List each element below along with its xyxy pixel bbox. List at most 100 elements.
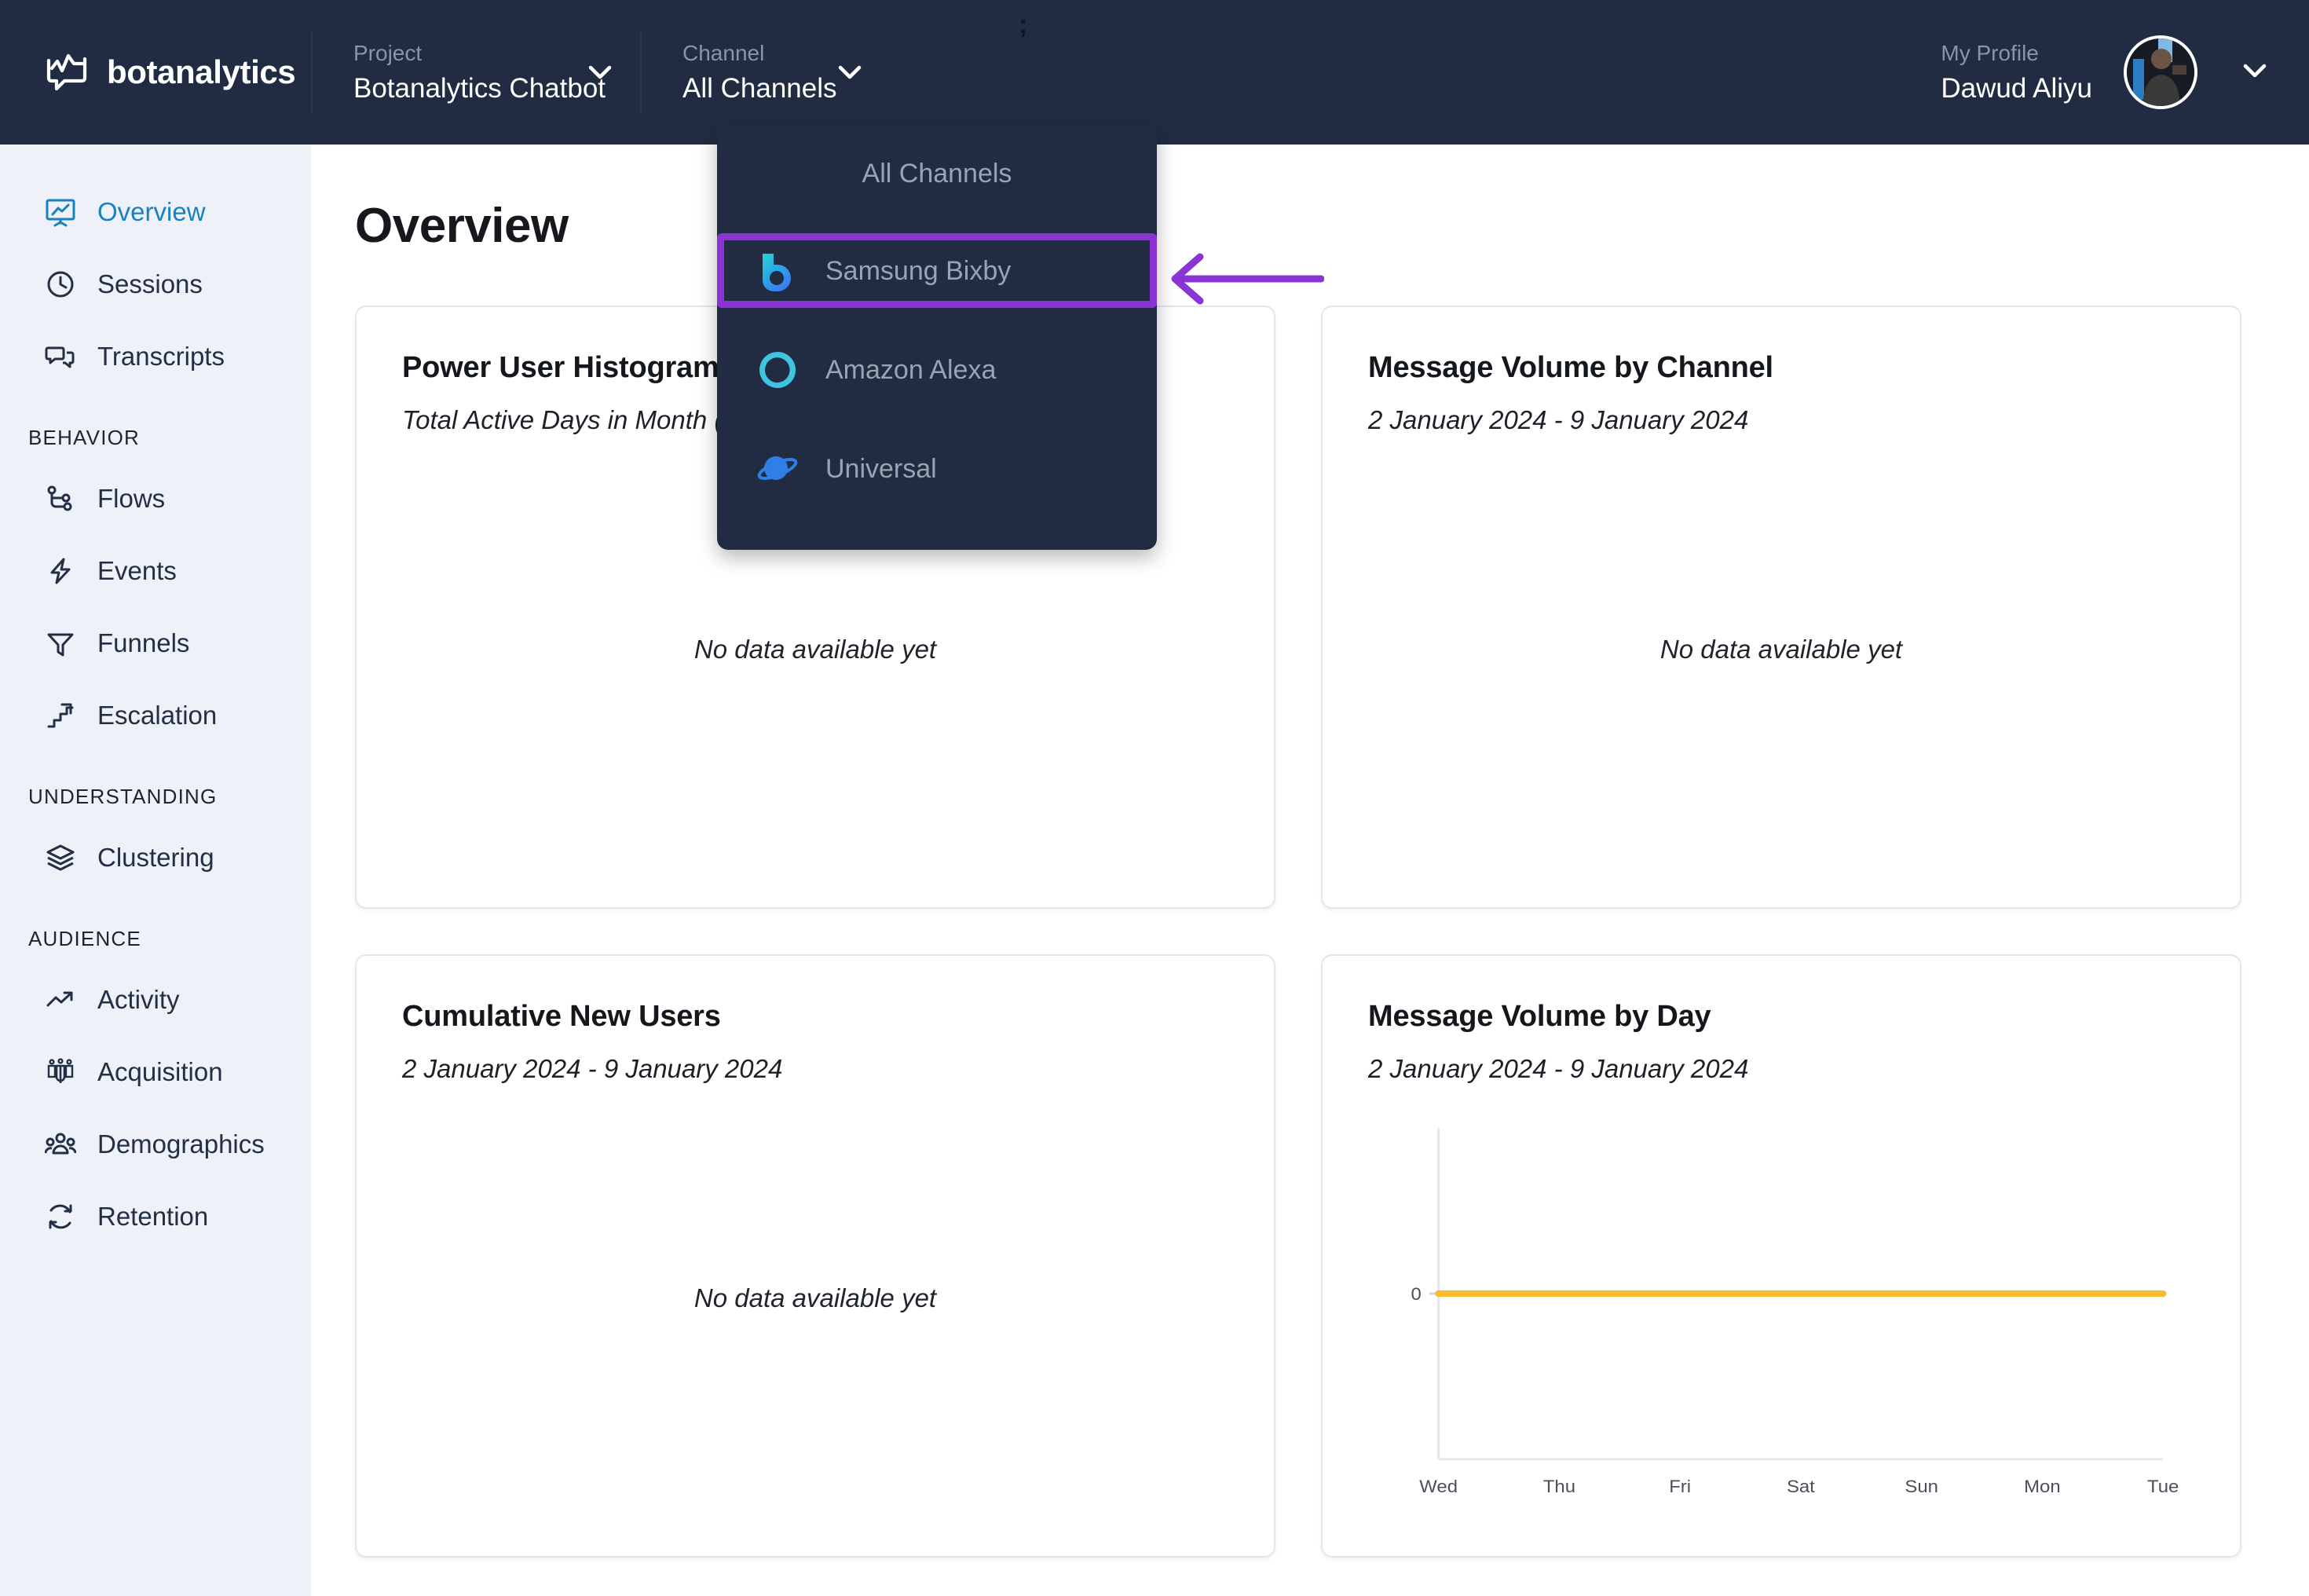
- annotation-arrow-icon: [1167, 247, 1325, 314]
- sidebar-item-sessions[interactable]: Sessions: [0, 248, 311, 320]
- sidebar-item-clustering[interactable]: Clustering: [0, 822, 311, 894]
- botanalytics-logo-icon: [44, 49, 90, 95]
- card-message-volume-by-day: Message Volume by Day 2 January 2024 - 9…: [1321, 954, 2241, 1558]
- sidebar-item-acquisition[interactable]: Acquisition: [0, 1036, 311, 1108]
- card-body: No data available yet: [1368, 435, 2194, 863]
- flows-branch-icon: [44, 482, 77, 515]
- empty-state-text: No data available yet: [693, 634, 937, 664]
- cursor-marker: ;: [1019, 9, 1028, 39]
- overview-chart-icon: [44, 196, 77, 229]
- dropdown-item-universal[interactable]: Universal: [717, 419, 1157, 518]
- empty-state-text: No data available yet: [1659, 634, 1903, 664]
- sidebar-item-label: Acquisition: [97, 1057, 223, 1086]
- escalation-stairs-icon: [44, 699, 77, 732]
- empty-state-text: No data available yet: [693, 1283, 937, 1312]
- card-subtitle: 2 January 2024 - 9 January 2024: [1368, 1054, 1749, 1083]
- sidebar-item-activity[interactable]: Activity: [0, 964, 311, 1036]
- brand-name: botanalytics: [107, 53, 296, 90]
- trending-up-icon: [44, 983, 77, 1016]
- avatar[interactable]: [2124, 35, 2197, 109]
- sidebar-group-behavior: BEHAVIOR: [28, 426, 141, 449]
- sidebar-item-label: Escalation: [97, 701, 218, 730]
- svg-text:Sun: Sun: [1905, 1477, 1938, 1496]
- sidebar-item-label: Flows: [97, 484, 166, 513]
- card-title: Cumulative New Users: [402, 1000, 721, 1033]
- refresh-cycle-icon: [44, 1200, 77, 1233]
- card-title: Message Volume by Channel: [1368, 351, 1773, 384]
- sidebar-item-label: Overview: [97, 197, 206, 226]
- people-group-icon: [44, 1128, 77, 1161]
- sidebar-item-overview[interactable]: Overview: [0, 176, 311, 248]
- svg-text:0: 0: [1411, 1284, 1421, 1304]
- profile-text: My Profile Dawud Aliyu: [1941, 39, 2092, 105]
- sidebar-item-label: Transcripts: [97, 342, 225, 371]
- acquisition-magnet-icon: [44, 1056, 77, 1089]
- sidebar-item-flows[interactable]: Flows: [0, 463, 311, 535]
- project-selector[interactable]: Project Botanalytics Chatbot: [313, 0, 640, 145]
- svg-text:Tue: Tue: [2147, 1477, 2179, 1496]
- app-root: botanalytics Project Botanalytics Chatbo…: [0, 0, 2309, 1596]
- sidebar-item-label: Clustering: [97, 843, 214, 872]
- samsung-bixby-icon: [756, 250, 799, 292]
- dropdown-item-samsung-bixby[interactable]: Samsung Bixby: [717, 221, 1157, 320]
- dropdown-header[interactable]: All Channels: [717, 126, 1157, 221]
- card-title: Message Volume by Day: [1368, 1000, 1711, 1033]
- page-title: Overview: [355, 199, 569, 253]
- message-volume-chart[interactable]: 0 Wed Thu Fri Sat Sun Mon Tue: [1368, 1114, 2194, 1517]
- svg-text:Sat: Sat: [1787, 1477, 1816, 1496]
- dropdown-item-label: Samsung Bixby: [825, 255, 1012, 286]
- profile-label: My Profile: [1941, 41, 2039, 65]
- card-cumulative-new-users: Cumulative New Users 2 January 2024 - 9 …: [355, 954, 1275, 1558]
- sidebar-group-understanding: UNDERSTANDING: [28, 785, 218, 808]
- svg-text:Thu: Thu: [1543, 1477, 1575, 1496]
- dropdown-item-label: Universal: [825, 453, 937, 484]
- main-content: Overview Power User Histogram Total Acti…: [311, 145, 2309, 1596]
- card-body: 0 Wed Thu Fri Sat Sun Mon Tue: [1368, 1084, 2194, 1512]
- funnel-icon: [44, 627, 77, 660]
- card-message-volume-by-channel: Message Volume by Channel 2 January 2024…: [1321, 306, 2241, 909]
- profile-menu[interactable]: My Profile Dawud Aliyu: [1941, 0, 2309, 145]
- lightning-bolt-icon: [44, 555, 77, 588]
- svg-text:Fri: Fri: [1669, 1477, 1691, 1496]
- sidebar-item-escalation[interactable]: Escalation: [0, 679, 311, 752]
- chevron-down-icon: [588, 64, 612, 84]
- sidebar-item-demographics[interactable]: Demographics: [0, 1108, 311, 1181]
- sidebar: Overview Sessions Transcripts BEHAVIOR F…: [0, 145, 311, 1596]
- layers-icon: [44, 841, 77, 874]
- top-bar: botanalytics Project Botanalytics Chatbo…: [0, 0, 2309, 145]
- sidebar-item-label: Events: [97, 556, 177, 585]
- sidebar-item-funnels[interactable]: Funnels: [0, 607, 311, 679]
- dropdown-item-amazon-alexa[interactable]: Amazon Alexa: [717, 320, 1157, 419]
- dropdown-item-label: Amazon Alexa: [825, 354, 997, 385]
- project-value: Botanalytics Chatbot: [353, 73, 606, 104]
- chevron-down-icon[interactable]: [2243, 63, 2267, 82]
- sidebar-group-audience: AUDIENCE: [28, 927, 141, 950]
- channel-selector[interactable]: Channel All Channels: [642, 0, 972, 145]
- card-subtitle: 2 January 2024 - 9 January 2024: [1368, 405, 1749, 434]
- project-label: Project: [353, 41, 423, 65]
- sidebar-item-label: Sessions: [97, 269, 203, 298]
- svg-text:Mon: Mon: [2024, 1477, 2060, 1496]
- sidebar-item-label: Retention: [97, 1202, 209, 1231]
- sidebar-item-transcripts[interactable]: Transcripts: [0, 320, 311, 393]
- svg-text:Wed: Wed: [1419, 1477, 1458, 1496]
- sidebar-item-label: Activity: [97, 985, 180, 1014]
- universal-planet-icon: [756, 448, 799, 490]
- clock-icon: [44, 268, 77, 301]
- card-subtitle: 2 January 2024 - 9 January 2024: [402, 1054, 783, 1083]
- sidebar-item-events[interactable]: Events: [0, 535, 311, 607]
- channel-value: All Channels: [682, 73, 837, 104]
- chevron-down-icon: [838, 64, 862, 84]
- sidebar-item-label: Funnels: [97, 628, 190, 657]
- sidebar-item-retention[interactable]: Retention: [0, 1181, 311, 1253]
- chat-bubbles-icon: [44, 340, 77, 373]
- cards-grid: Power User Histogram Total Active Days i…: [355, 306, 2309, 1558]
- profile-name: Dawud Aliyu: [1941, 73, 2092, 104]
- sidebar-item-label: Demographics: [97, 1129, 265, 1159]
- amazon-alexa-icon: [756, 349, 799, 391]
- channel-label: Channel: [682, 41, 765, 65]
- channel-dropdown-panel: All Channels Samsung Bixby Amazon Alexa …: [717, 126, 1157, 550]
- brand[interactable]: botanalytics: [0, 0, 311, 145]
- card-body: No data available yet: [402, 1084, 1228, 1512]
